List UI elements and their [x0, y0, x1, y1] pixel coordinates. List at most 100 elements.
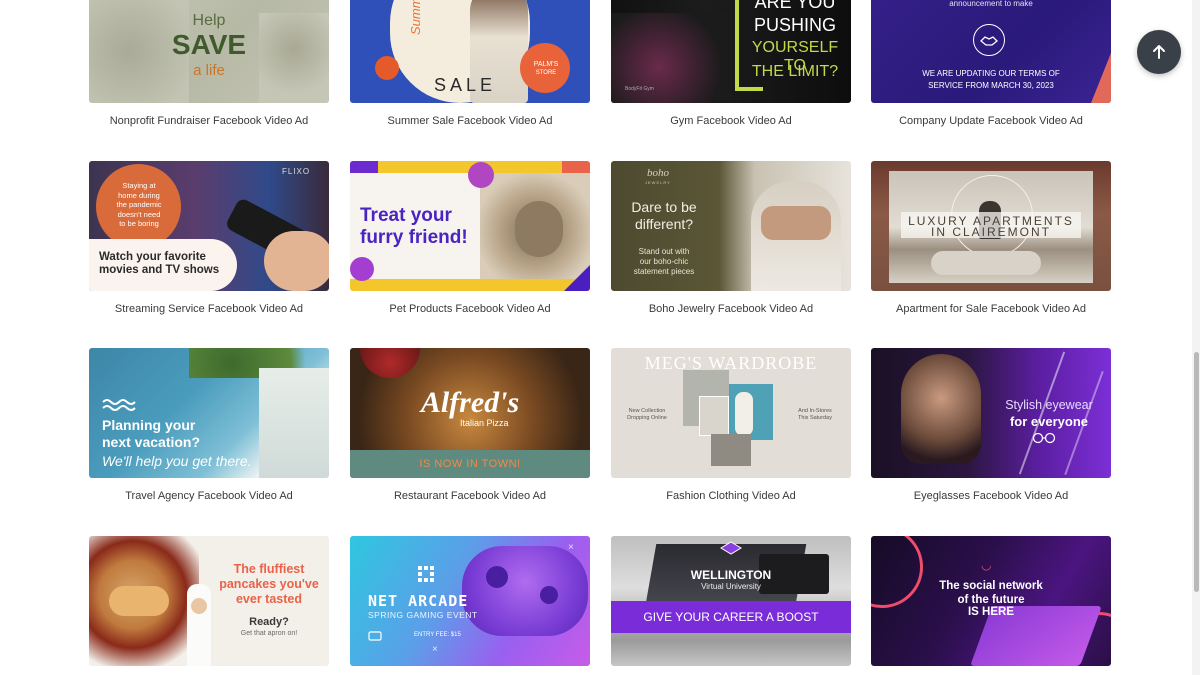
- card-title: Apartment for Sale Facebook Video Ad: [896, 303, 1086, 315]
- ad-text: We'll help you get there.: [102, 453, 252, 469]
- ad-text: MEG'S WARDROBE: [644, 353, 818, 373]
- thumbnail: boho JEWELRY Dare to be different? Stand…: [611, 161, 851, 291]
- dots-logo-icon: [416, 564, 436, 589]
- ticket-icon: [368, 628, 382, 646]
- ad-text: PUSHING: [753, 15, 836, 35]
- ad-text: boho: [647, 167, 669, 179]
- ad-text: furry friend!: [360, 227, 468, 248]
- thumbnail: The fluffiest pancakes you've ever taste…: [89, 536, 329, 666]
- ad-text: ENTRY FEE: $15: [414, 632, 461, 638]
- ad-text: The fluffiest: [233, 562, 305, 576]
- card-title: Pet Products Facebook Video Ad: [389, 303, 551, 315]
- page-scrollbar[interactable]: [1192, 0, 1200, 675]
- template-card[interactable]: MEG'S WARDROBE New Collection Dropping O…: [611, 348, 851, 502]
- ad-text: JEWELRY: [645, 180, 671, 185]
- ad-text: Stand out with: [638, 247, 690, 256]
- ad-text: Help: [192, 12, 226, 29]
- ad-text: NET ARCADE: [368, 592, 469, 610]
- ad-text: STORE: [535, 70, 557, 76]
- ad-text: to be boring: [119, 219, 159, 228]
- card-title: Summer Sale Facebook Video Ad: [387, 115, 553, 127]
- card-title: Company Update Facebook Video Ad: [899, 115, 1083, 127]
- thumbnail: Stylish eyewear for everyone: [871, 348, 1111, 478]
- ad-text: IN CLAIREMONT: [930, 225, 1051, 239]
- ad-text: Stylish eyewear: [1005, 398, 1093, 412]
- ad-text: SERVICE FROM MARCH 30, 2023: [928, 81, 1054, 90]
- thumbnail: NET ARCADE SPRING GAMING EVENT ENTRY FEE…: [350, 536, 590, 666]
- template-card[interactable]: The fluffiest pancakes you've ever taste…: [89, 536, 329, 666]
- ad-text: WELLINGTON: [690, 568, 772, 582]
- handshake-icon: [973, 24, 1005, 56]
- template-card[interactable]: Help SAVE a life Nonprofit Fundraiser Fa…: [89, 0, 329, 127]
- ad-text: statement pieces: [633, 267, 695, 276]
- template-card[interactable]: NET ARCADE SPRING GAMING EVENT ENTRY FEE…: [350, 536, 590, 666]
- ad-text: of the future: [957, 594, 1025, 606]
- ad-text: Dropping Online: [627, 415, 667, 421]
- template-card[interactable]: ◡ The social network of the future IS HE…: [871, 536, 1111, 666]
- ad-text: Italian Pizza: [460, 418, 509, 428]
- template-card[interactable]: Treat your furry friend! Pet Products Fa…: [350, 161, 590, 315]
- ad-text: SPRING GAMING EVENT: [368, 610, 478, 620]
- card-title: Boho Jewelry Facebook Video Ad: [648, 303, 814, 315]
- ad-text: Watch your favorite: [99, 251, 206, 263]
- template-card[interactable]: Staying at home during the pandemic does…: [89, 161, 329, 315]
- ad-text: IS NOW IN TOWN!: [419, 458, 521, 470]
- ad-text: SALE: [434, 75, 497, 95]
- thumbnail: Summer SALE PALM'S STORE: [350, 0, 590, 103]
- ad-text: Planning your: [102, 417, 196, 433]
- ad-text: The social network: [939, 580, 1043, 592]
- ad-text: Dare to be: [631, 199, 697, 215]
- ad-text: FLIXO: [282, 167, 311, 176]
- sparkle-icon: ×: [432, 644, 438, 655]
- ad-text: pancakes you've: [219, 577, 319, 591]
- template-card[interactable]: Stylish eyewear for everyone Eyeglasses …: [871, 348, 1111, 502]
- template-card[interactable]: WELLINGTON Virtual University GIVE YOUR …: [611, 536, 851, 666]
- template-card[interactable]: announcement to make WE ARE UPDATING OUR…: [871, 0, 1111, 127]
- template-card[interactable]: LUXURY APARTMENTS IN CLAIREMONT Apartmen…: [871, 161, 1111, 315]
- scrollbar-thumb[interactable]: [1194, 352, 1199, 592]
- template-card[interactable]: boho JEWELRY Dare to be different? Stand…: [611, 161, 851, 315]
- template-grid: Help SAVE a life Nonprofit Fundraiser Fa…: [0, 0, 1200, 675]
- ad-text: New Collection: [628, 408, 666, 414]
- ad-text: IS HERE: [967, 606, 1014, 618]
- ad-text: next vacation?: [102, 434, 201, 450]
- sparkle-icon: ×: [568, 542, 574, 553]
- waves-icon: [102, 398, 136, 419]
- ad-text: the pandemic: [116, 200, 162, 209]
- ad-text: home during: [118, 190, 160, 200]
- thumbnail: MEG'S WARDROBE New Collection Dropping O…: [611, 348, 851, 478]
- template-card[interactable]: ARE YOU PUSHING YOURSELF TO THE LIMIT? B…: [611, 0, 851, 127]
- card-title: Nonprofit Fundraiser Facebook Video Ad: [109, 115, 309, 127]
- ad-text: WE ARE UPDATING OUR TERMS OF: [922, 69, 1060, 78]
- thumbnail: ◡ The social network of the future IS HE…: [871, 536, 1111, 666]
- template-card[interactable]: Summer SALE PALM'S STORE Summer Sale Fac…: [350, 0, 590, 127]
- ad-text: SAVE: [171, 29, 247, 60]
- thumbnail: Alfred's Italian Pizza IS NOW IN TOWN!: [350, 348, 590, 478]
- cap-logo-icon: [719, 540, 743, 565]
- ad-text: And In-Stores: [798, 408, 832, 414]
- ad-text: Virtual University: [701, 582, 761, 591]
- ad-text: GIVE YOUR CAREER A BOOST: [643, 610, 819, 624]
- template-card[interactable]: Alfred's Italian Pizza IS NOW IN TOWN! R…: [350, 348, 590, 502]
- ad-text: Treat your: [360, 205, 452, 226]
- ad-text: PALM'S: [533, 61, 559, 68]
- ad-text: ever tasted: [235, 592, 302, 606]
- arrow-up-icon: [1153, 45, 1165, 59]
- thumbnail: LUXURY APARTMENTS IN CLAIREMONT: [871, 161, 1111, 291]
- card-title: Restaurant Facebook Video Ad: [393, 490, 547, 502]
- ad-text: ARE YOU: [754, 0, 836, 12]
- thumbnail: Help SAVE a life: [89, 0, 329, 103]
- thumbnail: Staying at home during the pandemic does…: [89, 161, 329, 291]
- ad-text: Get that apron on!: [240, 630, 298, 637]
- template-card[interactable]: Planning your next vacation? We'll help …: [89, 348, 329, 502]
- ad-text: for everyone: [1009, 414, 1089, 429]
- smile-icon: ◡: [981, 558, 992, 572]
- thumbnail: ARE YOU PUSHING YOURSELF TO THE LIMIT? B…: [611, 0, 851, 103]
- ad-text: Ready?: [249, 616, 289, 628]
- thumbnail: WELLINGTON Virtual University GIVE YOUR …: [611, 536, 851, 666]
- thumbnail: Planning your next vacation? We'll help …: [89, 348, 329, 478]
- ad-text: different?: [634, 216, 694, 232]
- ad-text: Staying at: [122, 181, 156, 190]
- card-title: Fashion Clothing Video Ad: [666, 490, 796, 502]
- scroll-to-top-button[interactable]: [1137, 30, 1181, 74]
